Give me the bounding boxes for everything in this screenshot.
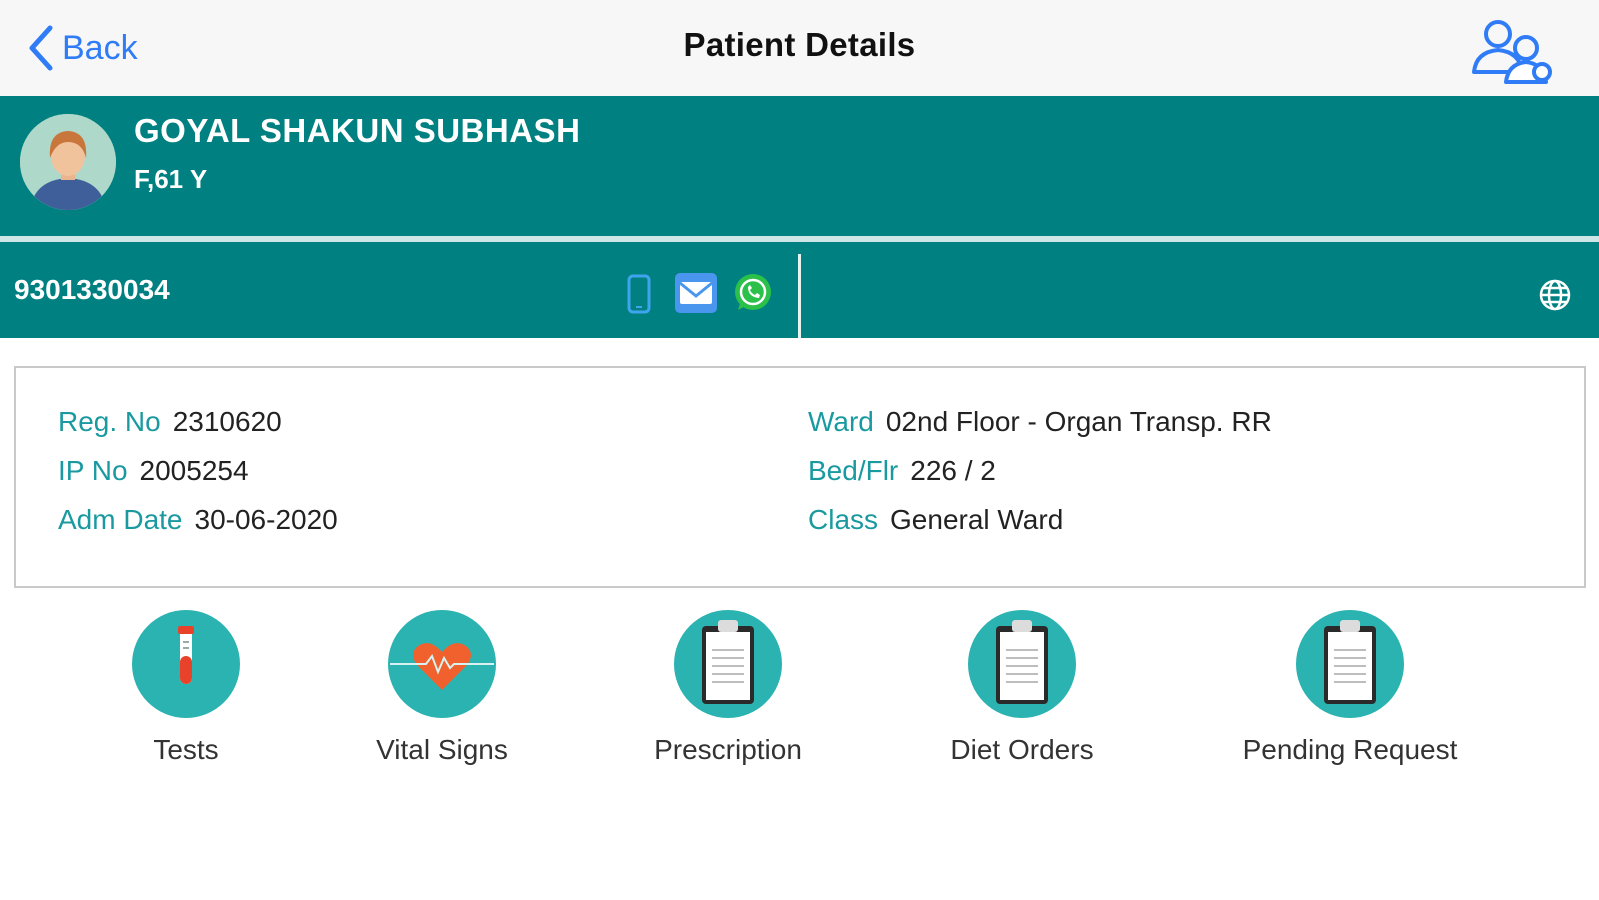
patient-gender-age: F,61 Y	[134, 164, 208, 194]
ip-no-value: 2005254	[139, 455, 249, 486]
contact-separator	[798, 254, 801, 338]
prescription-label: Prescription	[654, 734, 802, 765]
tests-button[interactable]: Tests	[66, 610, 306, 766]
clipboard-icon	[1296, 610, 1404, 718]
bed-floor-label: Bed/Flr	[808, 455, 899, 486]
patient-header: GOYAL SHAKUN SUBHASH F,61 Y	[0, 96, 1599, 236]
diet-orders-label: Diet Orders	[950, 734, 1094, 765]
ward-label: Ward	[808, 406, 874, 437]
ward-row: Ward 02nd Floor - Organ Transp. RR	[808, 406, 1272, 438]
action-grid: Tests Vital Signs Prescription Diet Orde…	[0, 610, 1599, 780]
contact-bar: 9301330034	[0, 242, 1599, 338]
adm-date-label: Adm Date	[58, 504, 183, 535]
class-label: Class	[808, 504, 879, 535]
email-icon[interactable]	[674, 272, 718, 319]
bed-floor-row: Bed/Flr 226 / 2	[808, 455, 996, 487]
globe-icon[interactable]	[1538, 278, 1572, 317]
admission-info-card: Reg. No 2310620 IP No 2005254 Adm Date 30-0…	[14, 366, 1586, 588]
class-value: General Ward	[890, 504, 1064, 535]
vital-signs-label: Vital Signs	[376, 734, 508, 765]
test-tube-icon	[132, 610, 240, 718]
female-avatar-icon	[20, 114, 116, 210]
clipboard-icon	[968, 610, 1076, 718]
reg-no-value: 2310620	[172, 406, 282, 437]
ip-no-label: IP No	[58, 455, 128, 486]
adm-date-value: 30-06-2020	[194, 504, 338, 535]
users-icon	[1472, 20, 1552, 84]
ward-value: 02nd Floor - Organ Transp. RR	[885, 406, 1272, 437]
ip-no-row: IP No 2005254	[58, 455, 249, 487]
reg-no-label: Reg. No	[58, 406, 161, 437]
mobile-phone-icon[interactable]	[626, 274, 652, 319]
patient-name: GOYAL SHAKUN SUBHASH	[134, 112, 581, 149]
adm-date-row: Adm Date 30-06-2020	[58, 504, 338, 536]
users-button[interactable]	[1468, 14, 1558, 86]
navigation-bar: Back Patient Details	[0, 0, 1599, 96]
tests-label: Tests	[153, 734, 219, 765]
reg-no-row: Reg. No 2310620	[58, 406, 282, 438]
whatsapp-icon[interactable]	[732, 272, 774, 319]
prescription-button[interactable]: Prescription	[608, 610, 848, 766]
heart-pulse-icon	[388, 610, 496, 718]
page-title: Patient Details	[683, 26, 916, 63]
bed-floor-value: 226 / 2	[910, 455, 996, 486]
pending-request-button[interactable]: Pending Request	[1230, 610, 1470, 766]
vital-signs-button[interactable]: Vital Signs	[322, 610, 562, 766]
pending-request-label: Pending Request	[1242, 734, 1458, 765]
avatar	[20, 114, 116, 210]
clipboard-icon	[674, 610, 782, 718]
class-row: Class General Ward	[808, 504, 1063, 536]
phone-number[interactable]: 9301330034	[14, 274, 170, 306]
diet-orders-button[interactable]: Diet Orders	[902, 610, 1142, 766]
